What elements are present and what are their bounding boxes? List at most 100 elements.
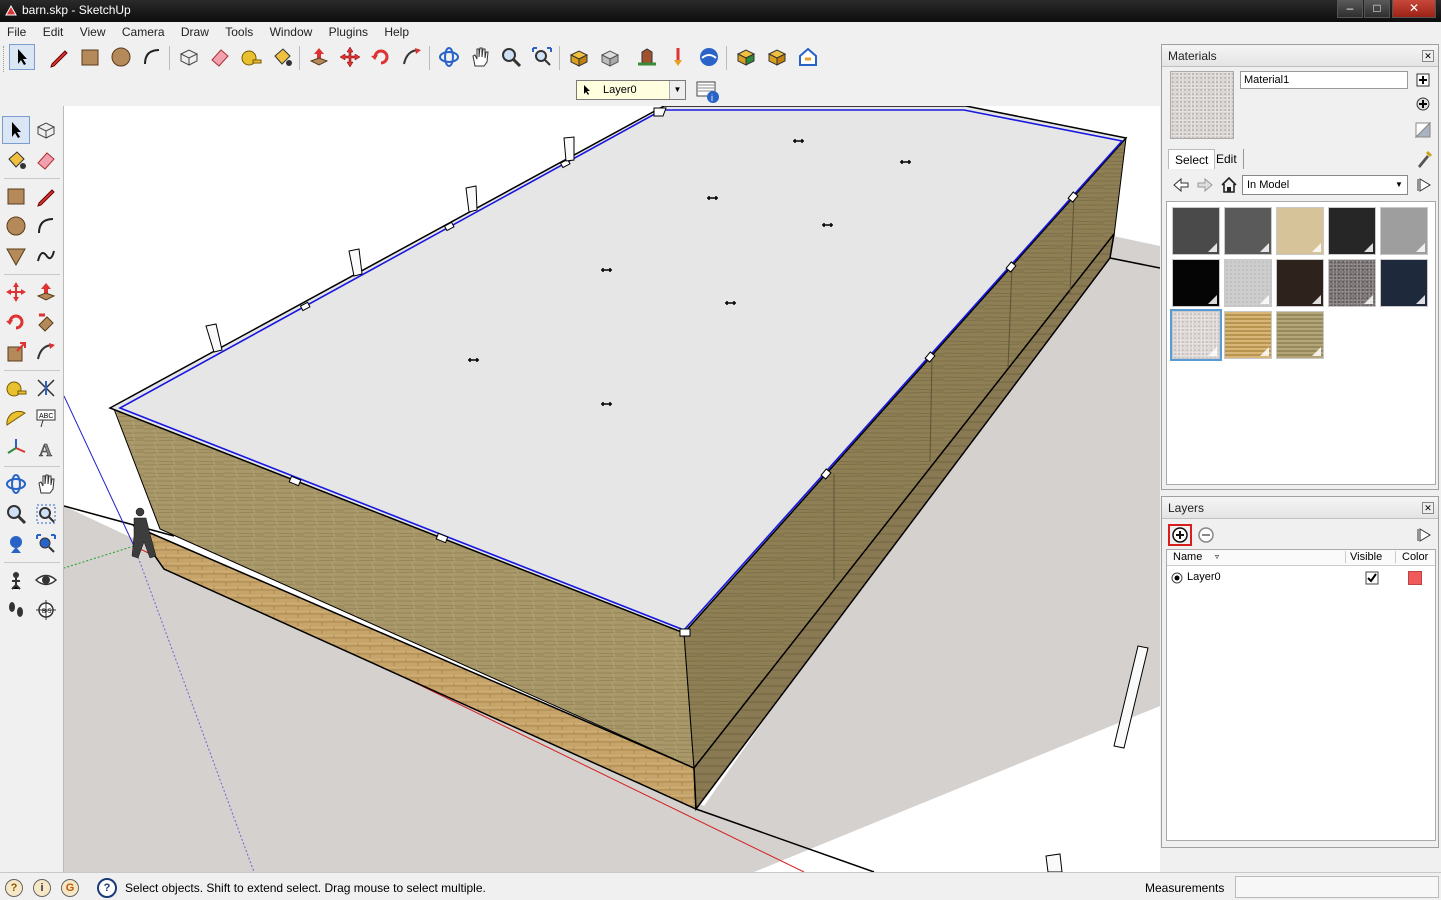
sample-paint-icon[interactable] xyxy=(1414,149,1434,169)
column-name[interactable]: Name xyxy=(1173,551,1202,563)
rotate-tool-button[interactable] xyxy=(368,44,394,70)
swatch-6[interactable] xyxy=(1224,259,1272,307)
share-model-button[interactable] xyxy=(597,44,623,70)
scale-tool[interactable] xyxy=(2,338,30,366)
swatch-8[interactable] xyxy=(1328,259,1376,307)
measurements-field[interactable] xyxy=(1235,876,1439,898)
follow-me-button[interactable] xyxy=(399,44,425,70)
menu-edit[interactable]: Edit xyxy=(36,22,70,42)
layer-color-swatch[interactable] xyxy=(1408,571,1422,585)
circle-tool-button[interactable] xyxy=(108,44,134,70)
menu-tools[interactable]: Tools xyxy=(218,22,259,42)
position-camera-tool[interactable] xyxy=(2,566,30,594)
tab-select[interactable]: Select xyxy=(1168,149,1216,169)
previous-view-tool[interactable] xyxy=(2,530,30,558)
paint-bucket-tool[interactable] xyxy=(2,146,30,174)
active-layer-radio-icon[interactable] xyxy=(1171,572,1183,584)
credits-icon[interactable]: i xyxy=(33,879,51,897)
make-component-button[interactable] xyxy=(176,44,202,70)
tape-measure-button[interactable] xyxy=(238,44,264,70)
select-tool[interactable] xyxy=(2,116,30,144)
close-icon[interactable]: ✕ xyxy=(1422,502,1434,514)
polygon-tool[interactable] xyxy=(2,242,30,270)
3d-text-tool[interactable]: A xyxy=(32,434,60,462)
toggle-terrain-button[interactable] xyxy=(795,44,821,70)
menu-draw[interactable]: Draw xyxy=(174,22,215,42)
material-name-field[interactable]: Material1 xyxy=(1240,71,1408,89)
rectangle-tool[interactable] xyxy=(2,182,30,210)
move-tool[interactable] xyxy=(2,278,30,306)
rectangle-tool-button[interactable] xyxy=(77,44,103,70)
rotate-tool[interactable] xyxy=(2,308,30,336)
zoom-tool-button[interactable] xyxy=(498,44,524,70)
tape-measure-tool[interactable] xyxy=(2,374,30,402)
swatch-5[interactable] xyxy=(1172,259,1220,307)
swatch-10[interactable] xyxy=(1170,309,1222,361)
pencil-tool-button[interactable] xyxy=(46,44,72,70)
line-tool[interactable] xyxy=(32,182,60,210)
make-component-tool[interactable] xyxy=(32,116,60,144)
home-icon[interactable] xyxy=(1220,176,1238,194)
menu-plugins[interactable]: Plugins xyxy=(322,22,374,42)
layers-panel-header[interactable]: Layers ✕ xyxy=(1162,497,1438,519)
sign-in-icon[interactable]: G xyxy=(61,879,79,897)
menu-help[interactable]: Help xyxy=(377,22,415,42)
create-material-icon[interactable] xyxy=(1414,95,1432,113)
walk-tool[interactable] xyxy=(2,596,30,624)
layer-dropdown[interactable]: Layer0 ▼ xyxy=(576,80,686,100)
details-arrow-icon[interactable] xyxy=(1416,527,1434,543)
swatch-4[interactable] xyxy=(1380,207,1428,255)
swatch-11[interactable] xyxy=(1224,311,1272,359)
close-button[interactable]: ✕ xyxy=(1392,0,1436,18)
column-color[interactable]: Color xyxy=(1395,551,1428,563)
section-plane-tool[interactable]: B-5 xyxy=(32,596,60,624)
swatch-2[interactable] xyxy=(1276,207,1324,255)
push-pull-button[interactable] xyxy=(306,44,332,70)
orbit-tool[interactable] xyxy=(2,470,30,498)
display-secondary-pane-icon[interactable] xyxy=(1414,71,1432,89)
zoom-extents-tool[interactable] xyxy=(32,530,60,558)
details-arrow-icon[interactable] xyxy=(1416,177,1434,193)
swatch-1[interactable] xyxy=(1224,207,1272,255)
zoom-tool[interactable] xyxy=(2,500,30,528)
zoom-extents-button[interactable] xyxy=(529,44,555,70)
select-tool-button[interactable] xyxy=(9,44,35,70)
get-models-button[interactable] xyxy=(566,44,592,70)
arc-tool[interactable] xyxy=(32,212,60,240)
materials-panel-header[interactable]: Materials ✕ xyxy=(1162,45,1438,67)
offset-tool[interactable] xyxy=(32,338,60,366)
swatch-9[interactable] xyxy=(1380,259,1428,307)
eraser-tool-button[interactable] xyxy=(207,44,233,70)
menu-window[interactable]: Window xyxy=(263,22,319,42)
axes-tool[interactable] xyxy=(2,434,30,462)
toolbar-grip[interactable] xyxy=(3,46,6,72)
swatch-0[interactable] xyxy=(1172,207,1220,255)
get-photo-texture-button[interactable] xyxy=(733,44,759,70)
add-layer-button[interactable] xyxy=(1168,524,1192,546)
minimize-button[interactable]: – xyxy=(1337,0,1363,18)
share-component-button[interactable] xyxy=(634,44,660,70)
protractor-tool[interactable] xyxy=(2,404,30,432)
zoom-window-tool[interactable] xyxy=(32,500,60,528)
freehand-tool[interactable] xyxy=(32,242,60,270)
eraser-tool[interactable] xyxy=(32,146,60,174)
swatch-3[interactable] xyxy=(1328,207,1376,255)
default-material-icon[interactable] xyxy=(1414,121,1432,139)
orbit-tool-button[interactable] xyxy=(436,44,462,70)
paint-bucket-button[interactable] xyxy=(269,44,295,70)
menu-file[interactable]: File xyxy=(0,22,32,42)
swatch-7[interactable] xyxy=(1276,259,1324,307)
push-pull-tool[interactable] xyxy=(32,278,60,306)
restore-button[interactable]: □ xyxy=(1364,0,1390,18)
close-icon[interactable]: ✕ xyxy=(1422,50,1434,62)
tab-edit[interactable]: Edit xyxy=(1210,149,1244,169)
table-row[interactable]: Layer0 xyxy=(1167,568,1435,588)
forward-arrow-icon[interactable] xyxy=(1196,177,1214,193)
place-model-button[interactable] xyxy=(665,44,691,70)
menu-camera[interactable]: Camera xyxy=(115,22,171,42)
minus-circle-icon[interactable] xyxy=(1198,527,1214,543)
arc-tool-button[interactable] xyxy=(139,44,165,70)
circle-tool[interactable] xyxy=(2,212,30,240)
pan-tool[interactable] xyxy=(32,470,60,498)
geo-location-icon[interactable]: ? xyxy=(5,879,23,897)
